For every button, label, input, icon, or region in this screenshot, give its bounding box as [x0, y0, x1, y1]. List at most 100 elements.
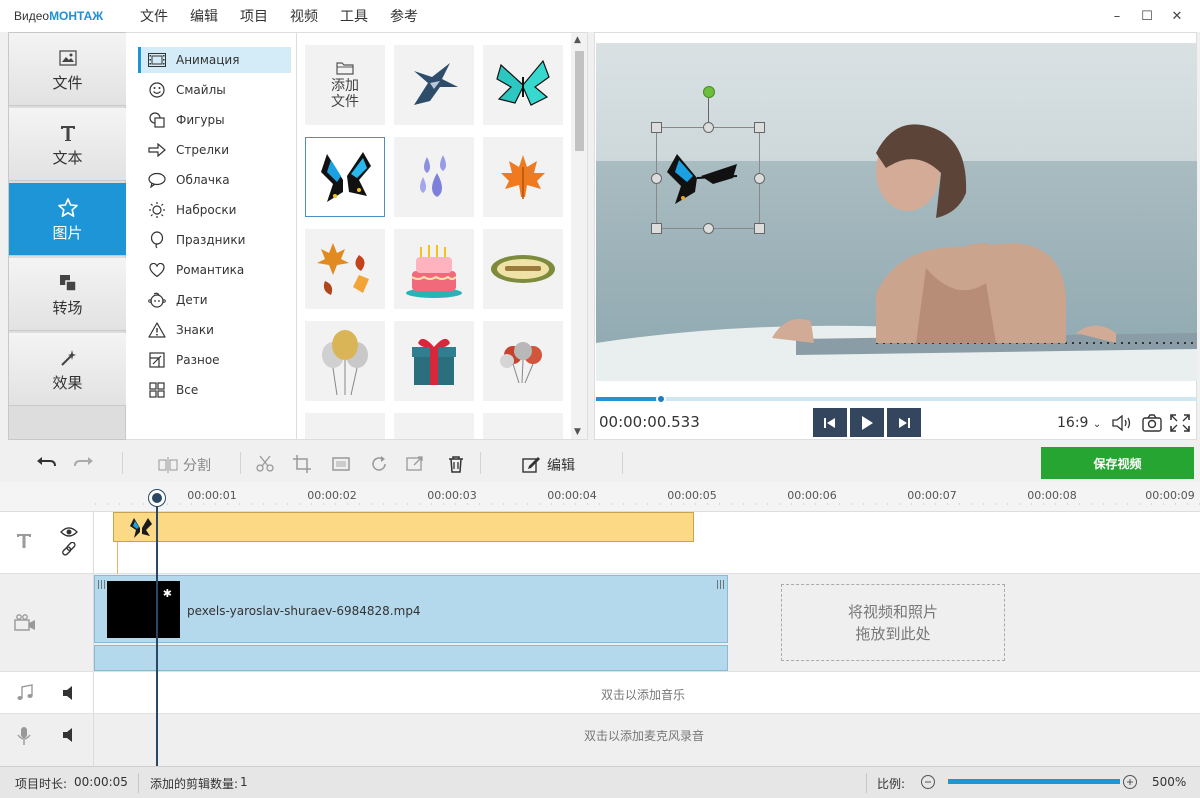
category-effects[interactable]: 效果: [9, 333, 126, 406]
play-button[interactable]: [850, 408, 884, 437]
resize-handle[interactable]: [754, 173, 765, 184]
zoom-slider[interactable]: [948, 779, 1120, 784]
sticker-cat-bubbles[interactable]: Облачка: [138, 167, 291, 193]
sticker-tree-1[interactable]: [305, 413, 385, 439]
playhead[interactable]: [156, 490, 158, 766]
sticker-cat-signs[interactable]: Знаки: [138, 317, 291, 343]
progress-knob[interactable]: [656, 394, 666, 404]
sticker-cat-arrows[interactable]: Стрелки: [138, 137, 291, 163]
text-track-icon: [16, 532, 32, 553]
rotate-button[interactable]: [370, 455, 388, 473]
menu-video[interactable]: 视频: [290, 6, 318, 26]
smiley-icon: [148, 81, 166, 99]
resize-handle[interactable]: [754, 122, 765, 133]
sticker-cat-romance[interactable]: Романтика: [138, 257, 291, 283]
volume-button[interactable]: [1111, 413, 1133, 436]
sticker-cat-shapes[interactable]: Фигуры: [138, 107, 291, 133]
sticker-red-balloons[interactable]: [483, 321, 563, 401]
drop-zone[interactable]: 将视频和照片 拖放到此处: [781, 584, 1005, 661]
audio-waveform-bar[interactable]: [94, 645, 728, 671]
speaker-icon[interactable]: [62, 727, 78, 746]
sticker-cat-sketches[interactable]: Наброски: [138, 197, 291, 223]
resize-handle[interactable]: [651, 173, 662, 184]
resize-handle[interactable]: [703, 223, 714, 234]
fit-button[interactable]: [332, 455, 350, 473]
sticker-maple-leaf[interactable]: [483, 137, 563, 217]
voice-track[interactable]: 双击以添加麦克风录音: [0, 714, 1200, 766]
playback-progress[interactable]: [596, 394, 1197, 404]
maximize-button[interactable]: ☐: [1132, 6, 1162, 26]
video-clip[interactable]: ||| ✱ pexels-yaroslav-shuraev-6984828.mp…: [94, 575, 728, 643]
save-video-button[interactable]: 保存视频: [1041, 447, 1194, 479]
timeline-ruler[interactable]: 00:00:01 00:00:02 00:00:03 00:00:04 00:0…: [0, 482, 1200, 512]
scroll-thumb[interactable]: [575, 51, 584, 151]
category-transitions[interactable]: 转场: [9, 258, 126, 331]
sticker-oval-label[interactable]: [483, 229, 563, 309]
menu-project[interactable]: 项目: [240, 6, 268, 26]
snapshot-button[interactable]: [1141, 413, 1163, 436]
grid-scrollbar[interactable]: ▲ ▼: [571, 33, 587, 439]
minimize-button[interactable]: –: [1102, 6, 1132, 26]
resize-handle[interactable]: [651, 223, 662, 234]
sticker-cat-holidays[interactable]: Праздники: [138, 227, 291, 253]
clip-trim-handle-left[interactable]: |||: [97, 580, 106, 590]
sticker-birthday-cake[interactable]: [394, 229, 474, 309]
image-icon: [58, 46, 77, 70]
resize-handle[interactable]: [754, 223, 765, 234]
next-frame-button[interactable]: [887, 408, 921, 437]
edit-button[interactable]: 编辑: [522, 455, 575, 475]
fullscreen-button[interactable]: [1169, 413, 1191, 436]
redo-button[interactable]: [74, 455, 94, 471]
menu-file[interactable]: 文件: [140, 6, 168, 26]
export-frame-button[interactable]: [406, 455, 424, 473]
zoom-out-icon[interactable]: [920, 774, 936, 793]
menu-tools[interactable]: 工具: [340, 6, 368, 26]
sticker-cat-misc[interactable]: Разное: [138, 347, 291, 373]
crop-button[interactable]: [293, 455, 311, 473]
scroll-down-icon[interactable]: ▼: [574, 427, 581, 437]
delete-button[interactable]: [448, 455, 464, 473]
scroll-up-icon[interactable]: ▲: [574, 35, 581, 45]
close-button[interactable]: ✕: [1162, 6, 1192, 26]
prev-frame-button[interactable]: [813, 408, 847, 437]
menu-edit[interactable]: 编辑: [190, 6, 218, 26]
sticker-cat-animation[interactable]: Анимация: [138, 47, 291, 73]
rotate-handle[interactable]: [703, 86, 715, 98]
sticker-swallow[interactable]: [394, 45, 474, 125]
category-files[interactable]: 文件: [9, 33, 126, 106]
menu-help[interactable]: 参考: [390, 6, 418, 26]
category-text[interactable]: 文本: [9, 108, 126, 181]
sticker-cat-smileys[interactable]: Смайлы: [138, 77, 291, 103]
music-track[interactable]: 双击以添加音乐: [0, 672, 1200, 714]
speaker-icon[interactable]: [62, 685, 78, 704]
zoom-in-icon[interactable]: [1122, 774, 1138, 793]
resize-handle[interactable]: [703, 122, 714, 133]
sticker-cat-kids[interactable]: Дети: [138, 287, 291, 313]
sticker-autumn-leaves[interactable]: [305, 229, 385, 309]
sticker-butterfly-blue[interactable]: [305, 137, 385, 217]
cut-button[interactable]: [256, 455, 274, 473]
eye-icon[interactable]: [60, 526, 78, 541]
link-icon[interactable]: [61, 541, 77, 561]
sticker-clip[interactable]: [113, 512, 694, 542]
sticker-tree-3[interactable]: [483, 413, 563, 439]
clip-trim-handle-right[interactable]: |||: [716, 580, 725, 590]
sticker-cat-all[interactable]: Все: [138, 377, 291, 403]
birthday-cake-icon: [406, 245, 462, 298]
aspect-ratio-select[interactable]: 16:9 ⌄: [1057, 415, 1101, 431]
selected-sticker-overlay[interactable]: [651, 86, 765, 234]
playhead-knob[interactable]: [149, 490, 165, 506]
split-button[interactable]: 分割: [158, 455, 211, 475]
sticker-gift-box[interactable]: [394, 321, 474, 401]
sticker-water-drops[interactable]: [394, 137, 474, 217]
sticker-tree-2[interactable]: [394, 413, 474, 439]
add-file-tile[interactable]: 添加 文件: [305, 45, 385, 125]
category-stickers[interactable]: 图片: [9, 183, 133, 256]
skip-back-icon: [824, 417, 835, 428]
frame-icon: [332, 457, 350, 471]
sticker-butterfly-cyan[interactable]: [483, 45, 563, 125]
undo-button[interactable]: [36, 455, 56, 471]
sticker-balloons[interactable]: [305, 321, 385, 401]
resize-handle[interactable]: [651, 122, 662, 133]
clip-count-value: 1: [240, 775, 248, 789]
